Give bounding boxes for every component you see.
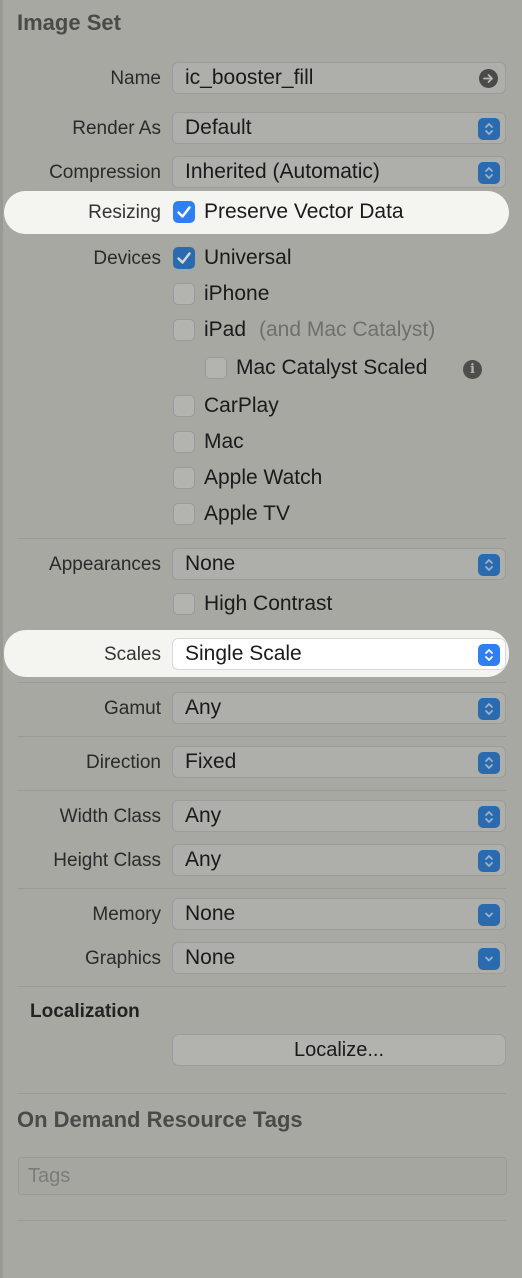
height-class-value: Any [185, 848, 222, 871]
universal-label: Universal [204, 246, 292, 269]
localize-button[interactable]: Localize... [172, 1034, 506, 1066]
width-class-popup[interactable]: Any [172, 800, 506, 832]
compression-value: Inherited (Automatic) [185, 160, 380, 183]
mac-checkbox[interactable] [173, 431, 195, 453]
apple-watch-checkbox[interactable] [173, 467, 195, 489]
graphics-value: None [185, 946, 236, 969]
popup-chevrons-icon [478, 752, 500, 774]
divider [17, 682, 506, 683]
width-class-value: Any [185, 804, 222, 827]
scales-popup[interactable]: Single Scale [172, 638, 506, 670]
ipad-label: iPad [204, 318, 247, 341]
ipad-hint: (and Mac Catalyst) [259, 318, 436, 341]
divider [17, 888, 506, 889]
checkmark-icon [177, 252, 191, 264]
gamut-value: Any [185, 696, 222, 719]
high-contrast-label: High Contrast [204, 592, 333, 615]
scales-label: Scales [103, 644, 161, 665]
panel-left-border [0, 0, 3, 1278]
render-as-popup[interactable]: Default [172, 112, 506, 144]
memory-popup[interactable]: None [172, 898, 506, 930]
name-field[interactable]: ic_booster_fill [172, 62, 506, 94]
direction-value: Fixed [185, 750, 237, 773]
graphics-label: Graphics [84, 948, 161, 969]
memory-value: None [185, 902, 236, 925]
compression-label: Compression [49, 162, 161, 183]
appearances-label: Appearances [49, 554, 161, 575]
popup-chevrons-icon [478, 554, 500, 576]
render-as-value: Default [185, 116, 252, 139]
go-to-arrow-icon[interactable] [479, 69, 498, 88]
iphone-checkbox[interactable] [173, 283, 195, 305]
ipad-checkbox[interactable] [173, 319, 195, 341]
resizing-label: Resizing [88, 202, 161, 223]
graphics-popup[interactable]: None [172, 942, 506, 974]
apple-tv-label: Apple TV [204, 502, 290, 525]
appearances-popup[interactable]: None [172, 548, 506, 580]
mac-catalyst-scaled-checkbox[interactable] [205, 357, 227, 379]
divider [17, 1093, 506, 1094]
direction-popup[interactable]: Fixed [172, 746, 506, 778]
gamut-label: Gamut [103, 698, 161, 719]
name-label: Name [110, 68, 161, 89]
name-value: ic_booster_fill [185, 66, 314, 89]
info-icon[interactable]: i [463, 360, 482, 379]
scales-value: Single Scale [185, 642, 302, 665]
appearances-value: None [185, 552, 236, 575]
carplay-checkbox[interactable] [173, 395, 195, 417]
apple-watch-label: Apple Watch [204, 466, 323, 489]
compression-popup[interactable]: Inherited (Automatic) [172, 156, 506, 188]
divider [17, 736, 506, 737]
popup-chevrons-icon [478, 118, 500, 140]
localization-title: Localization [30, 1001, 140, 1022]
gamut-popup[interactable]: Any [172, 692, 506, 724]
iphone-label: iPhone [204, 282, 270, 305]
high-contrast-checkbox[interactable] [173, 593, 195, 615]
odr-tags-title: On Demand Resource Tags [17, 1107, 303, 1132]
popup-chevrons-icon [478, 698, 500, 720]
mac-catalyst-scaled-label: Mac Catalyst Scaled [236, 356, 428, 379]
height-class-popup[interactable]: Any [172, 844, 506, 876]
inspector-panel: Image Set Name ic_booster_fill Render As… [0, 0, 522, 1278]
width-class-label: Width Class [59, 806, 161, 827]
carplay-label: CarPlay [204, 394, 279, 417]
render-as-label: Render As [72, 118, 161, 139]
direction-label: Direction [86, 752, 161, 773]
universal-checkbox[interactable] [173, 247, 195, 269]
popup-chevrons-icon [478, 644, 500, 666]
popup-chevrons-icon [478, 850, 500, 872]
tags-field[interactable]: Tags [18, 1157, 507, 1195]
popup-chevrons-icon [478, 806, 500, 828]
preserve-vector-data-checkbox[interactable] [173, 201, 195, 223]
mac-label: Mac [204, 430, 244, 453]
memory-label: Memory [92, 904, 161, 925]
divider [17, 790, 506, 791]
popup-chevrons-icon [478, 162, 500, 184]
apple-tv-checkbox[interactable] [173, 503, 195, 525]
divider [17, 986, 506, 987]
preserve-vector-data-label: Preserve Vector Data [204, 200, 404, 223]
divider [17, 538, 506, 539]
devices-label: Devices [93, 248, 161, 269]
height-class-label: Height Class [53, 850, 161, 871]
image-set-title: Image Set [17, 10, 121, 35]
divider [17, 1220, 506, 1221]
checkmark-icon [177, 206, 191, 218]
chevron-down-icon [478, 948, 500, 970]
chevron-down-icon [478, 904, 500, 926]
